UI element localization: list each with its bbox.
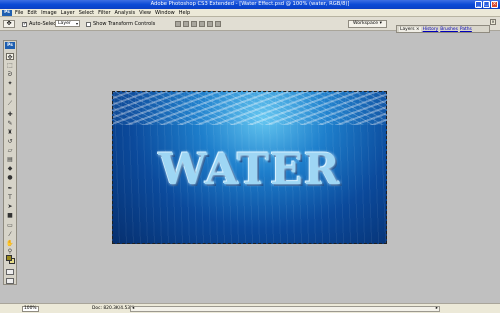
auto-select-option[interactable]: ✓ Auto-Select: (22, 21, 60, 27)
align-center-icon[interactable] (207, 21, 213, 27)
marquee-tool-icon[interactable]: ⬚ (6, 62, 14, 69)
close-button[interactable]: × (491, 1, 498, 8)
shape-tool-icon[interactable]: ■ (6, 212, 14, 219)
selection-marquee (112, 91, 387, 244)
zoom-level-field[interactable]: 100% (22, 306, 39, 312)
window-title: Adobe Photoshop CS3 Extended - [Water Ef… (150, 1, 350, 7)
scroll-left-icon[interactable]: ◂ (132, 306, 134, 311)
menu-layer[interactable]: Layer (61, 10, 75, 16)
menu-view[interactable]: View (139, 10, 151, 16)
auto-select-value: Layer (58, 21, 71, 26)
pen-tool-icon[interactable]: ✒ (6, 185, 14, 192)
toolbox-logo: Ps (5, 42, 15, 49)
quick-mask-icon[interactable] (6, 269, 14, 275)
tab-layers[interactable]: Layers × (399, 26, 421, 32)
menu-analysis[interactable]: Analysis (115, 10, 136, 16)
type-tool-icon[interactable]: T (6, 194, 14, 201)
tab-paths[interactable]: Paths (460, 27, 472, 32)
lasso-tool-icon[interactable]: ᘐ (6, 71, 14, 78)
show-transform-checkbox[interactable] (86, 21, 91, 27)
chevron-down-icon: ▾ (75, 21, 78, 26)
notes-tool-icon[interactable]: ▭ (6, 222, 14, 229)
scroll-right-icon[interactable]: ▸ (436, 306, 438, 311)
panel-close-icon[interactable]: × (490, 19, 496, 25)
magic-wand-tool-icon[interactable]: ✦ (6, 80, 14, 87)
menu-select[interactable]: Select (79, 10, 94, 16)
menu-file[interactable]: File (15, 10, 23, 16)
menu-items: File Edit Image Layer Select Filter Anal… (15, 10, 190, 16)
minimize-button[interactable]: _ (475, 1, 482, 8)
foreground-color-swatch[interactable] (6, 255, 12, 261)
menu-filter[interactable]: Filter (98, 10, 110, 16)
maximize-button[interactable]: □ (483, 1, 490, 8)
menu-window[interactable]: Window (155, 10, 175, 16)
eraser-tool-icon[interactable]: ▱ (6, 147, 14, 154)
menu-help[interactable]: Help (179, 10, 190, 16)
menu-image[interactable]: Image (41, 10, 57, 16)
document-canvas[interactable]: WATER (112, 91, 387, 244)
clone-stamp-tool-icon[interactable]: ♜ (6, 129, 14, 136)
move-tool-icon[interactable]: ✥ (3, 20, 15, 28)
screen-mode-icon[interactable] (6, 278, 14, 284)
slice-tool-icon[interactable]: ⟋ (6, 100, 14, 107)
dodge-tool-icon[interactable]: ● (6, 174, 14, 181)
title-bar: Adobe Photoshop CS3 Extended - [Water Ef… (0, 0, 500, 9)
gradient-tool-icon[interactable]: ▤ (6, 156, 14, 163)
brush-tool-icon[interactable]: ✎ (6, 120, 14, 127)
tab-brushes[interactable]: Brushes (440, 27, 458, 32)
show-transform-label: Show Transform Controls (93, 21, 156, 27)
auto-select-dropdown[interactable]: Layer ▾ (55, 20, 80, 27)
menu-bar: Ps File Edit Image Layer Select Filter A… (0, 9, 500, 17)
crop-tool-icon[interactable]: ⌗ (6, 91, 14, 98)
move-tool-icon[interactable]: ✥ (6, 53, 14, 61)
healing-brush-tool-icon[interactable]: ✚ (6, 111, 14, 118)
show-transform-option[interactable]: Show Transform Controls (86, 21, 155, 27)
menu-edit[interactable]: Edit (27, 10, 37, 16)
photoshop-logo: Ps (2, 10, 12, 16)
align-left-icon[interactable] (199, 21, 205, 27)
align-right-icon[interactable] (215, 21, 221, 27)
blur-tool-icon[interactable]: ◆ (6, 165, 14, 172)
history-brush-tool-icon[interactable]: ↺ (6, 138, 14, 145)
align-middle-icon[interactable] (183, 21, 189, 27)
eyedropper-tool-icon[interactable]: ⁄ (6, 231, 14, 238)
align-bottom-icon[interactable] (191, 21, 197, 27)
zoom-tool-icon[interactable]: ⚲ (6, 248, 14, 255)
path-selection-tool-icon[interactable]: ➤ (6, 203, 14, 210)
toolbox: Ps ✥ ⬚ ᘐ ✦ ⌗ ⟋ ✚ ✎ ♜ ↺ ▱ ▤ ◆ ● ✒ T ➤ ■ ▭… (3, 40, 17, 285)
align-buttons (175, 21, 221, 27)
workspace-button[interactable]: Workspace ▾ (348, 20, 387, 28)
align-top-icon[interactable] (175, 21, 181, 27)
auto-select-checkbox[interactable]: ✓ (22, 21, 27, 27)
hand-tool-icon[interactable]: ✋ (6, 240, 14, 247)
status-bar: 100% Doc: 820.3K/4.53M ◂ ▸ (0, 303, 500, 313)
horizontal-scrollbar[interactable]: ◂ ▸ (130, 306, 440, 312)
panel-tabs: Layers × History Brushes Paths (396, 25, 490, 33)
tab-history[interactable]: History (423, 27, 439, 32)
document-info[interactable]: Doc: 820.3K/4.53M (92, 306, 134, 311)
